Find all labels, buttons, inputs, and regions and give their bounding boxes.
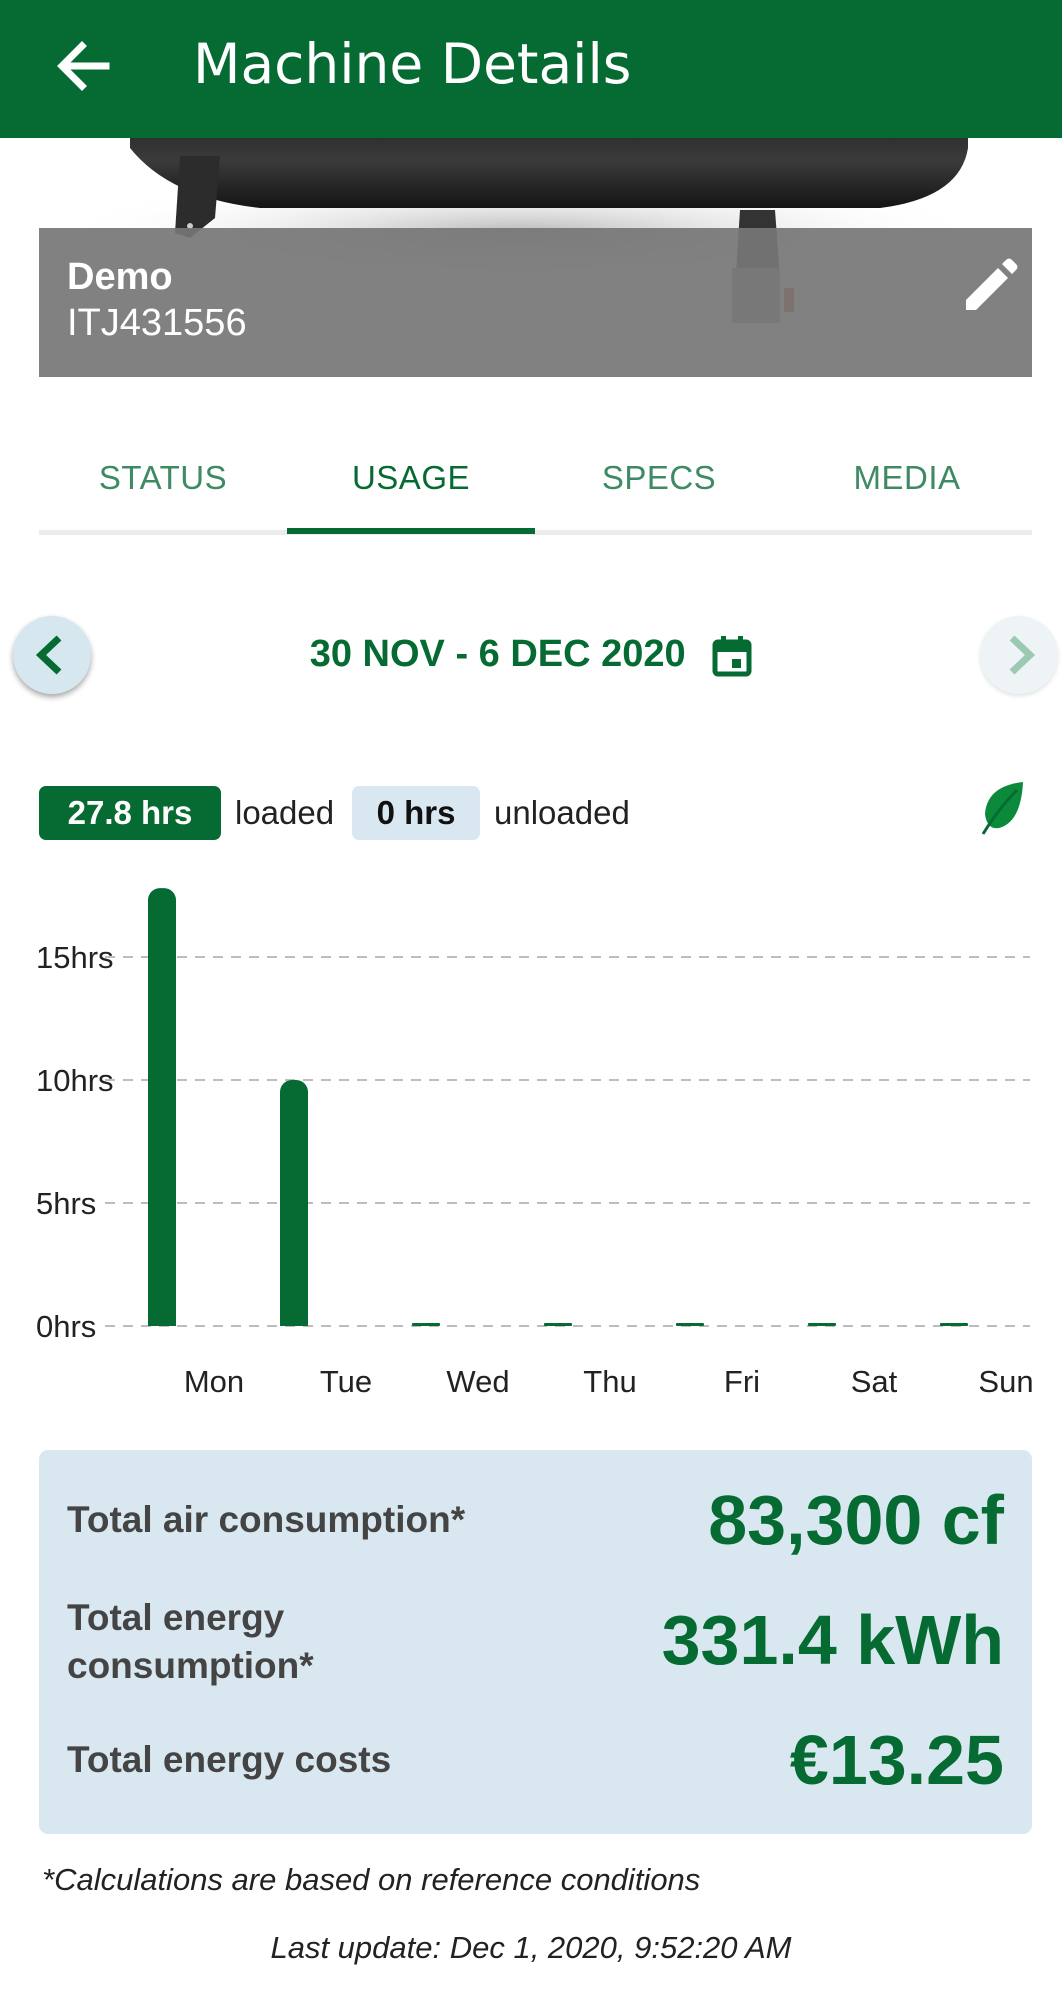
- tab-divider: [39, 530, 1032, 535]
- page-title: Machine Details: [193, 32, 632, 96]
- loaded-label: loaded: [235, 794, 335, 831]
- air-consumption-value: 83,300 cf: [708, 1481, 1004, 1559]
- back-button[interactable]: [48, 30, 120, 102]
- energy-cost-label: Total energy costs: [67, 1739, 392, 1780]
- energy-cost-value: €13.25: [789, 1721, 1004, 1799]
- loaded-hours-badge: 27.8 hrs: [39, 786, 221, 840]
- arrow-left-icon: [57, 41, 110, 91]
- x-tick-label: Sun: [978, 1364, 1033, 1399]
- tab-media[interactable]: MEDIA: [783, 440, 1031, 530]
- x-tick-label: Sat: [851, 1364, 898, 1399]
- y-tick-label: 15hrs: [36, 940, 114, 975]
- air-consumption-label: Total air consumption*: [67, 1499, 466, 1540]
- tab-specs[interactable]: SPECS: [535, 440, 783, 530]
- date-range-label: 30 NOV - 6 DEC 2020: [309, 633, 686, 675]
- x-tick-label: Fri: [724, 1364, 760, 1399]
- pencil-icon: [966, 258, 1018, 310]
- tab-bar: STATUS USAGE SPECS MEDIA: [39, 440, 1032, 536]
- usage-bar-chart: 0hrs 5hrs 10hrs 15hrs Mon Tue Wed Thu Fri Sat Sun: [36, 888, 1034, 1399]
- usage-bar-wed[interactable]: [412, 1323, 440, 1326]
- y-tick-label: 0hrs: [36, 1309, 96, 1344]
- tab-status[interactable]: STATUS: [39, 440, 287, 530]
- energy-consumption-label-line2: consumption*: [67, 1645, 314, 1686]
- tab-usage[interactable]: USAGE: [287, 440, 535, 530]
- usage-bar-sun[interactable]: [940, 1323, 968, 1326]
- machine-card: Demo ITJ431556: [39, 228, 1032, 377]
- usage-bar-thu[interactable]: [544, 1323, 572, 1326]
- usage-legend: 27.8 hrs loaded 0 hrs unloaded: [39, 782, 1032, 842]
- chevron-right-icon: [1009, 635, 1036, 675]
- unloaded-hours-badge: 0 hrs: [352, 786, 480, 840]
- usage-bar-base: [280, 1312, 308, 1326]
- x-tick-label: Tue: [320, 1364, 372, 1399]
- machine-name: Demo: [67, 256, 173, 298]
- calculation-footnote: *Calculations are based on reference con…: [42, 1862, 701, 1897]
- usage-bar-tue[interactable]: [280, 1080, 308, 1326]
- machine-serial: ITJ431556: [67, 302, 247, 344]
- consumption-summary: Total air consumption* 83,300 cf Total e…: [39, 1450, 1032, 1834]
- x-tick-label: Wed: [446, 1364, 509, 1399]
- usage-bar-base: [148, 1312, 176, 1326]
- y-tick-label: 10hrs: [36, 1063, 114, 1098]
- edit-button[interactable]: [954, 252, 1024, 322]
- last-update-timestamp: Last update: Dec 1, 2020, 9:52:20 AM: [270, 1930, 792, 1965]
- usage-bar-mon[interactable]: [148, 888, 176, 1326]
- usage-bar-fri[interactable]: [676, 1323, 704, 1326]
- energy-consumption-label-line1: Total energy: [67, 1597, 285, 1638]
- app-bar: Machine Details: [0, 0, 1062, 138]
- x-tick-label: Mon: [184, 1364, 244, 1399]
- unloaded-label: unloaded: [494, 794, 630, 831]
- next-week-button[interactable]: [980, 616, 1058, 694]
- usage-bar-sat[interactable]: [808, 1323, 836, 1326]
- energy-consumption-label: Total energy consumption*: [67, 1594, 314, 1690]
- date-range-picker[interactable]: 30 NOV - 6 DEC 2020: [0, 628, 1062, 680]
- y-tick-label: 5hrs: [36, 1186, 96, 1221]
- x-tick-label: Thu: [583, 1364, 636, 1399]
- calendar-icon: [712, 635, 752, 677]
- leaf-icon: [981, 782, 1023, 835]
- active-tab-indicator: [287, 528, 535, 534]
- energy-consumption-value: 331.4 kWh: [661, 1601, 1004, 1679]
